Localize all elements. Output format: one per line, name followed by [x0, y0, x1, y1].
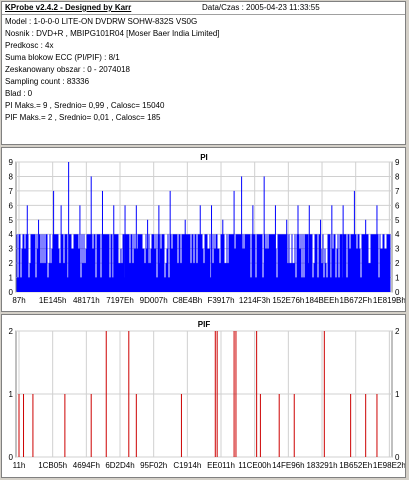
x-tick-label: 95F02h — [140, 461, 167, 470]
x-tick-label: 4694Fh — [73, 461, 100, 470]
y-tick-label-left: 7 — [9, 187, 14, 196]
x-tick-label: 1B652Eh — [339, 461, 372, 470]
y-tick-label-left: 3 — [9, 245, 14, 254]
y-tick-label-right: 6 — [395, 201, 400, 210]
info-line-ecc: Suma blokow ECC (PI/PIF) : 8/1 — [5, 53, 120, 62]
x-tick-label: 1CB05h — [38, 461, 67, 470]
y-tick-label-left: 1 — [9, 390, 14, 399]
y-tick-label-right: 3 — [395, 245, 400, 254]
x-tick-label: 7197Eh — [106, 296, 134, 305]
y-tick-label-left: 1 — [9, 274, 14, 283]
x-tick-label: 9D007h — [140, 296, 168, 305]
info-header: KProbe v2.4.2 - Designed by Karr Data/Cz… — [2, 2, 405, 15]
x-tick-label: 11h — [13, 461, 26, 470]
info-line-error: Blad : 0 — [5, 89, 33, 98]
x-tick-label: 152E76h — [272, 296, 304, 305]
info-line-speed: Predkosc : 4x — [5, 41, 54, 50]
datetime-label: Data/Czas : 2005-04-23 11:33:55 — [202, 3, 320, 12]
x-tick-label: 1E98E2h — [373, 461, 405, 470]
y-tick-label-right: 2 — [395, 259, 400, 268]
x-tick-label: 14FE96h — [272, 461, 304, 470]
x-tick-label: 11CE00h — [238, 461, 271, 470]
info-line-pi: PI Maks.= 9 , Srednio= 0,99 , Calosc= 15… — [5, 101, 165, 110]
y-tick-label-right: 1 — [395, 390, 400, 399]
x-tick-label: EE011h — [207, 461, 235, 470]
x-tick-label: 183291h — [306, 461, 337, 470]
pif-chart: PIF0 01 12 211h 1CB05h 4694Fh 6D2D4h 95F02h C191… — [9, 320, 405, 470]
y-tick-label-left: 9 — [9, 158, 14, 167]
y-tick-label-left: 2 — [9, 327, 14, 336]
x-tick-label: 48171h — [73, 296, 100, 305]
x-tick-label: F3917h — [207, 296, 234, 305]
y-tick-label-right: 1 — [395, 274, 400, 283]
info-line-pif: PIF Maks.= 2 , Srednio= 0,01 , Calosc= 1… — [5, 113, 161, 122]
y-tick-label-left: 5 — [9, 216, 14, 225]
pi-chart-panel: PI 0 0 1 1 2 2 3 3 4 4 5 5 6 6 7 7 8 8 9 9 87h 1E145h 48171h 719… — [1, 147, 406, 312]
chart-title: PI — [200, 153, 208, 162]
x-tick-label: 6D2D4h — [105, 461, 134, 470]
pif-chart-panel: PIF 0 0 1 1 2 2 11h 1CB05h 4694Fh 6D2D4h 95F02h C191… — [1, 314, 406, 478]
x-tick-label: C1914h — [173, 461, 201, 470]
chart-title: PIF — [198, 320, 211, 329]
pi-chart: PI0 01 12 23 34 45 56 67 78 89 987h 1E145h 48171h 719… — [9, 153, 405, 305]
info-line-model: Model : 1-0-0-0 LITE-ON DVDRW SOHW-832S … — [5, 17, 198, 26]
x-tick-label: C8E4Bh — [172, 296, 202, 305]
y-tick-label-left: 4 — [9, 230, 14, 239]
y-tick-label-right: 5 — [395, 216, 400, 225]
y-tick-label-left: 2 — [9, 259, 14, 268]
info-line-scanned: Zeskanowany obszar : 0 - 2074018 — [5, 65, 130, 74]
y-tick-label-right: 2 — [395, 327, 400, 336]
y-tick-label-right: 7 — [395, 187, 400, 196]
x-tick-label: 1E145h — [39, 296, 67, 305]
x-tick-label: 1E819Bh — [373, 296, 405, 305]
info-panel: KProbe v2.4.2 - Designed by Karr Data/Cz… — [1, 1, 406, 145]
x-tick-label: 87h — [12, 296, 25, 305]
y-tick-label-right: 9 — [395, 158, 400, 167]
app-title: KProbe v2.4.2 - Designed by Karr — [5, 3, 132, 12]
y-tick-label-left: 8 — [9, 172, 14, 181]
info-line-sampling: Sampling count : 83336 — [5, 77, 90, 86]
x-tick-label: 184BEEh — [305, 296, 339, 305]
x-tick-label: 1B672Fh — [339, 296, 371, 305]
y-tick-label-left: 6 — [9, 201, 14, 210]
x-tick-label: 1214F3h — [239, 296, 271, 305]
y-tick-label-right: 8 — [395, 172, 400, 181]
info-line-media: Nosnik : DVD+R , MBIPG101R04 [Moser Baer… — [5, 29, 220, 38]
y-tick-label-right: 4 — [395, 230, 400, 239]
